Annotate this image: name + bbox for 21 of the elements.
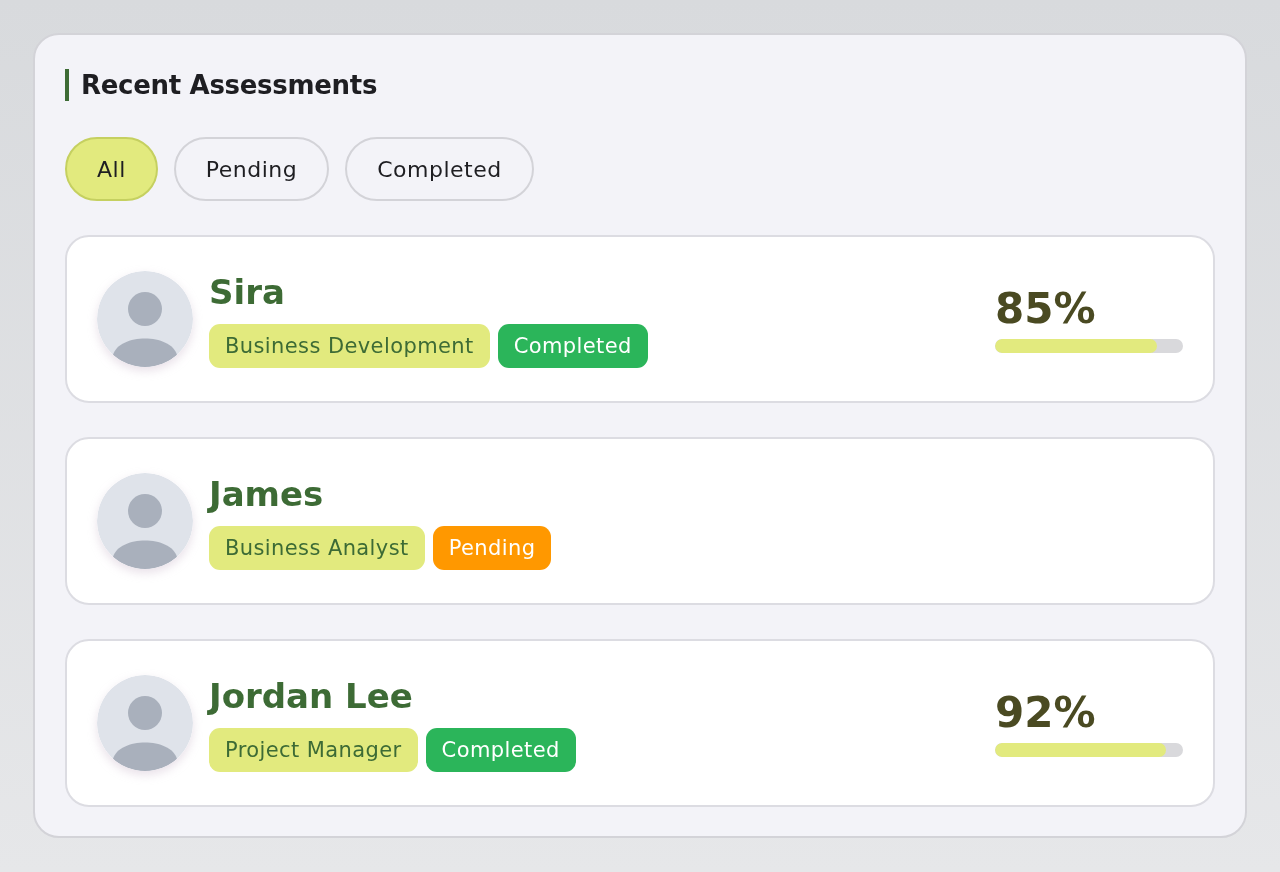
status-tag: Pending xyxy=(432,526,552,570)
status-tag: Completed xyxy=(425,728,576,772)
status-tag: Completed xyxy=(497,324,648,368)
section-title: Recent Assessments xyxy=(65,69,1215,101)
role-tag: Business Development xyxy=(209,324,490,368)
filter-tab[interactable]: Pending xyxy=(173,137,330,201)
role-tag: Business Analyst xyxy=(209,526,425,570)
role-tag: Project Manager xyxy=(209,728,418,772)
filter-tab[interactable]: All xyxy=(65,137,158,201)
assessment-card[interactable]: James Business Analyst Pending xyxy=(65,437,1215,605)
assessment-card[interactable]: Jordan Lee Project Manager Completed 92% xyxy=(65,639,1215,807)
score-percent: 85% xyxy=(995,285,1097,333)
avatar-silhouette-icon xyxy=(97,473,193,569)
avatar-silhouette-icon xyxy=(97,675,193,771)
person-name: Jordan Lee xyxy=(209,675,414,718)
avatar-silhouette-icon xyxy=(97,271,193,367)
filter-tab[interactable]: Completed xyxy=(345,137,534,201)
assessment-card[interactable]: Sira Business Development Completed 85% xyxy=(65,235,1215,403)
person-name: James xyxy=(209,473,325,516)
person-name: Sira xyxy=(209,271,286,314)
score-percent: 92% xyxy=(995,689,1097,737)
